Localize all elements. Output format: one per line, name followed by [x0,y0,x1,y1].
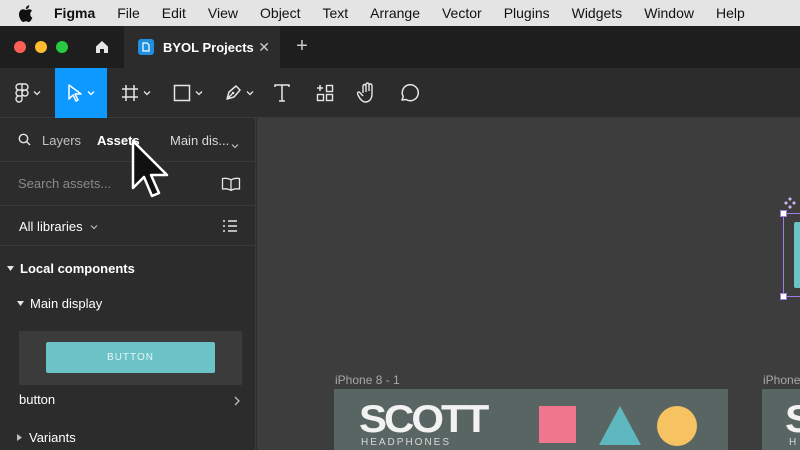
library-row: All libraries [0,206,256,246]
mouse-pointer-icon [131,139,169,198]
fullscreen-window-button[interactable] [56,41,68,53]
logo-subtext: HEADPHONES [361,437,452,448]
section-local-components-label: Local components [20,261,135,276]
component-name[interactable]: button [19,392,55,407]
resources-icon [316,84,334,102]
menu-vector[interactable]: Vector [442,5,482,21]
chevron-down-icon [231,137,239,152]
pink-square-shape [539,406,576,443]
menu-widgets[interactable]: Widgets [572,5,623,21]
tab-layers[interactable]: Layers [42,133,81,148]
close-window-button[interactable] [14,41,26,53]
pen-icon [226,85,241,100]
new-tab-button[interactable]: + [290,34,314,58]
menu-arrange[interactable]: Arrange [370,5,420,21]
component-diamond-icon [784,197,796,209]
move-tool[interactable] [55,68,107,118]
section-local-components[interactable]: Local components [7,261,135,276]
canvas[interactable]: iPhone 8 - 1 SCOTT HEADPHONES iPhone S H [257,118,800,450]
figma-logo-icon [15,83,29,103]
menu-edit[interactable]: Edit [162,5,186,21]
page-selector-label: Main dis... [170,133,230,148]
teal-triangle-shape [599,406,641,445]
hand-tool[interactable] [354,68,380,118]
frame-label-iphone8-1[interactable]: iPhone 8 - 1 [335,373,400,387]
menu-bar: Figma File Edit View Object Text Arrange… [0,0,800,26]
tab-label: BYOL Projects [163,39,254,55]
selected-component[interactable] [780,210,800,300]
frame-tool[interactable] [116,68,156,118]
title-bar: BYOL Projects ✕ + [0,26,800,68]
frame-label-iphone[interactable]: iPhone [763,373,800,387]
section-main-display[interactable]: Main display [17,296,102,311]
logo-text: SCOTT [359,397,489,441]
pen-tool[interactable] [219,68,259,118]
menu-app-figma[interactable]: Figma [54,5,95,21]
yellow-circle-shape [657,406,697,446]
frame-iphone8-1[interactable]: SCOTT HEADPHONES [334,389,728,450]
move-cursor-icon [68,84,82,102]
section-variants[interactable]: Variants [17,430,76,445]
caret-down-icon [17,300,24,307]
home-icon [96,41,108,53]
asset-search-row: Search assets... [0,162,256,206]
menu-text[interactable]: Text [322,5,348,21]
left-panel: Layers Assets Main dis... Search assets.… [0,118,256,450]
chevron-down-icon [195,90,203,96]
panel-tabs: Layers Assets Main dis... [0,118,256,162]
menu-window[interactable]: Window [644,5,694,21]
search-assets-input[interactable]: Search assets... [18,176,111,191]
shape-tool[interactable] [168,68,208,118]
caret-down-icon [7,265,14,272]
chevron-down-icon [33,90,41,96]
resize-handle-top-left[interactable] [780,210,787,217]
chevron-down-icon [143,90,151,96]
page-selector[interactable]: Main dis... [170,133,229,148]
all-libraries-dropdown[interactable]: All libraries [19,219,98,234]
close-icon[interactable]: ✕ [258,39,270,56]
section-main-display-label: Main display [30,296,103,311]
logo-subtext-partial: H [789,437,799,448]
menu-file[interactable]: File [117,5,140,21]
hand-icon [357,82,373,103]
chevron-right-icon[interactable] [234,393,240,411]
section-variants-label: Variants [29,430,76,445]
book-icon[interactable] [221,177,241,196]
all-libraries-label: All libraries [19,219,83,234]
search-icon[interactable] [18,133,31,149]
comment-tool[interactable] [396,68,422,118]
menu-help[interactable]: Help [716,5,745,21]
frame-iphone-partial[interactable]: S H [762,389,800,450]
resources-tool[interactable] [312,68,338,118]
menu-plugins[interactable]: Plugins [504,5,550,21]
logo-text-partial: S [785,397,800,441]
home-button[interactable] [82,26,122,68]
toolbar [0,68,800,118]
comment-icon [401,83,419,102]
apple-icon[interactable] [18,4,40,22]
component-thumbnail[interactable]: BUTTON [19,331,242,385]
selected-button-preview [794,222,800,288]
rectangle-icon [173,84,191,102]
chevron-down-icon [87,90,95,96]
chevron-down-icon [90,224,98,230]
caret-right-icon [17,434,23,441]
minimize-window-button[interactable] [35,41,47,53]
tab-byol-projects[interactable]: BYOL Projects ✕ [124,26,280,68]
text-tool[interactable] [270,68,294,118]
text-icon [274,84,290,102]
main-menu-button[interactable] [8,68,48,118]
frame-icon [122,85,138,101]
list-view-icon[interactable] [222,219,238,238]
component-button-preview: BUTTON [46,342,215,373]
file-icon [138,39,154,55]
menu-view[interactable]: View [208,5,238,21]
chevron-down-icon [246,90,254,96]
menu-object[interactable]: Object [260,5,300,21]
resize-handle-bottom-left[interactable] [780,293,787,300]
